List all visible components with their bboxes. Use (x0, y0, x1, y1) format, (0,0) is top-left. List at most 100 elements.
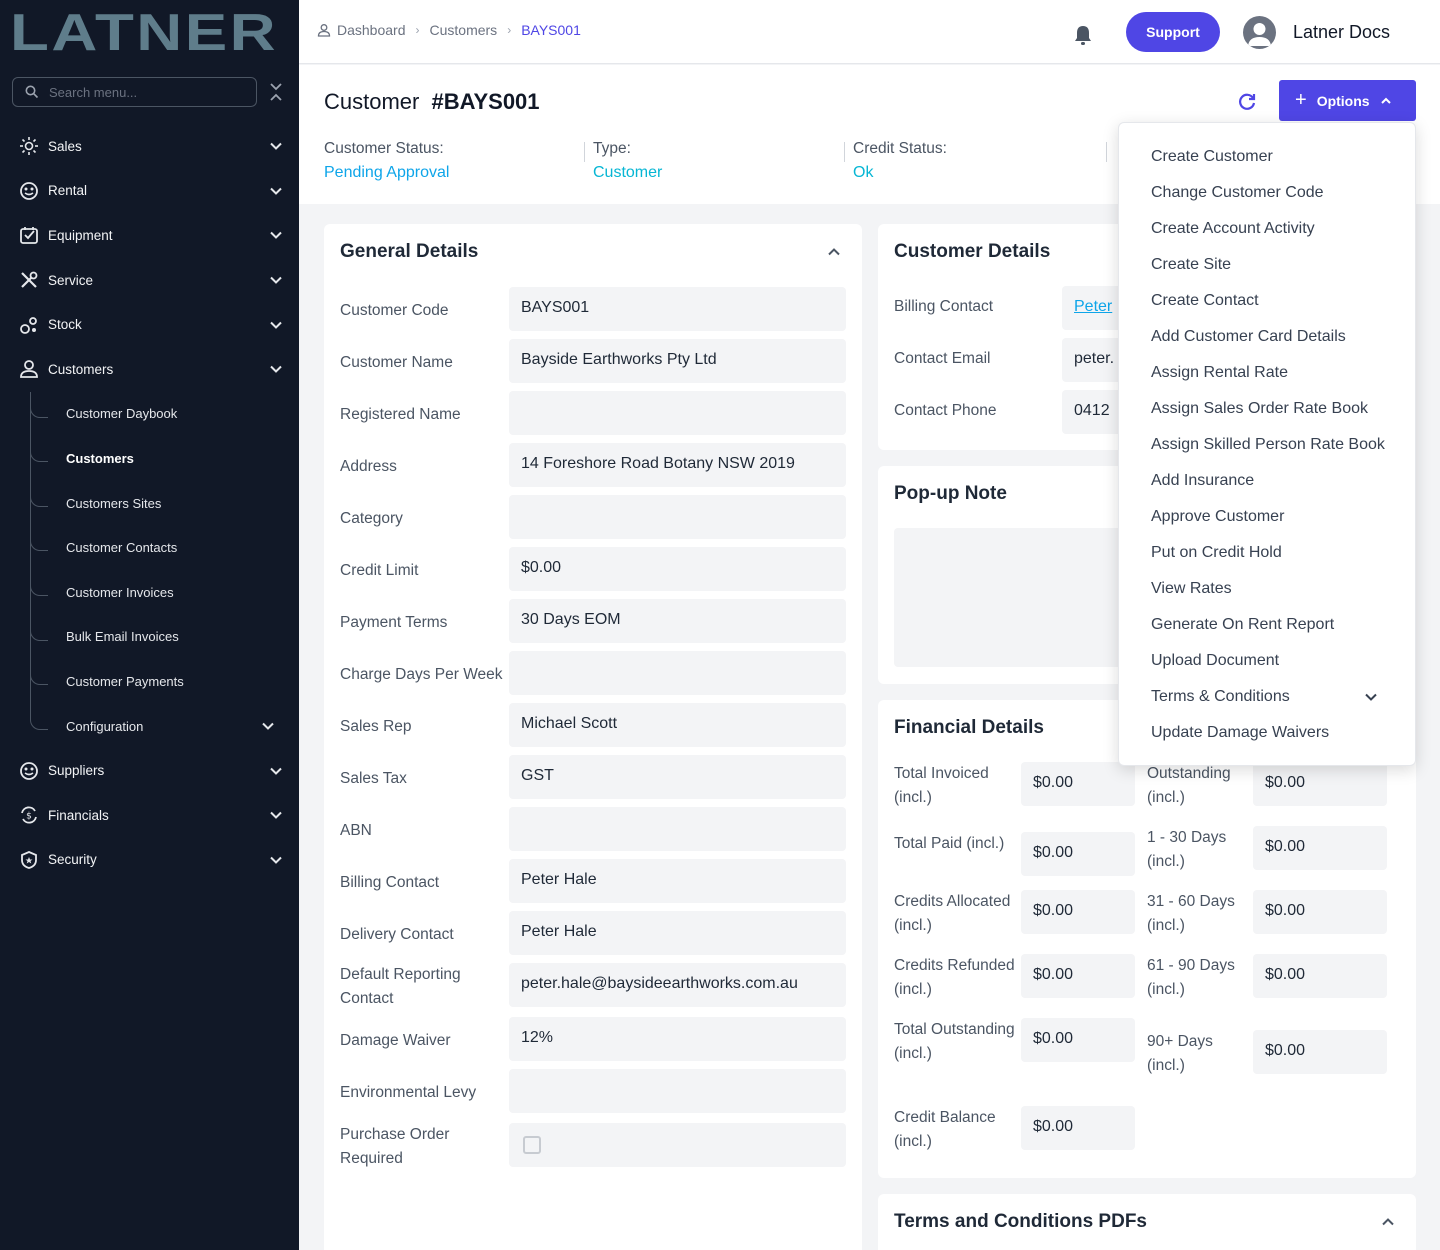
field-value[interactable]: $0.00 (1021, 954, 1135, 998)
options-menu-item[interactable]: Create Site (1119, 247, 1415, 283)
chevron-up-icon[interactable] (1381, 1215, 1395, 1229)
sidebar-item-stock[interactable]: Stock (0, 302, 299, 347)
field-value[interactable] (509, 807, 846, 851)
field-value[interactable]: peter.hale@baysideearthworks.com.au (509, 963, 846, 1007)
general-field-row: Credit Limit $0.00 (340, 547, 846, 591)
field-value[interactable]: 12% (509, 1017, 846, 1061)
field-value[interactable]: Peter Hale (509, 859, 846, 903)
sidebar-item-suppliers[interactable]: Suppliers (0, 748, 299, 793)
sidebar-item-customers[interactable]: Customers (0, 347, 299, 392)
sidebar-subitem-customer-payments[interactable]: Customer Payments (0, 659, 299, 704)
breadcrumb-dashboard[interactable]: Dashboard (337, 22, 406, 38)
general-field-row: Customer Code BAYS001 (340, 287, 846, 331)
menu-item-label: Create Customer (1151, 148, 1273, 165)
options-menu-item[interactable]: Create Contact (1119, 283, 1415, 319)
options-menu-item[interactable]: Assign Rental Rate (1119, 355, 1415, 391)
support-button[interactable]: Support (1126, 12, 1220, 52)
field-label: Address (340, 458, 397, 475)
breadcrumb: Dashboard › Customers › BAYS001 (317, 22, 581, 38)
sidebar-subitem-label: Customer Daybook (66, 406, 178, 422)
field-label: Credits Refunded (incl.) (894, 957, 1015, 998)
latner-logo[interactable]: LATNER (10, 10, 280, 54)
options-menu-item[interactable]: Generate On Rent Report (1119, 607, 1415, 643)
sidebar-item-security[interactable]: Security (0, 838, 299, 883)
sidebar-subitem-configuration[interactable]: Configuration (0, 703, 299, 749)
chevron-down-icon (270, 767, 282, 775)
collapse-sidebar-icon[interactable] (268, 82, 284, 102)
field-value[interactable]: $0.00 (1253, 1030, 1387, 1074)
field-value[interactable]: $0.00 (1021, 832, 1135, 876)
chevron-up-icon[interactable] (827, 245, 841, 259)
refresh-icon[interactable] (1236, 91, 1258, 113)
menu-search-input[interactable]: Search menu... (12, 77, 257, 107)
options-menu-item[interactable]: Assign Skilled Person Rate Book (1119, 427, 1415, 463)
options-menu-item[interactable]: Assign Sales Order Rate Book (1119, 391, 1415, 427)
options-button[interactable]: + Options (1279, 80, 1416, 121)
options-menu-item[interactable]: Put on Credit Hold (1119, 535, 1415, 571)
purchase-order-checkbox[interactable] (523, 1136, 541, 1154)
sidebar-subitem-customers[interactable]: Customers (0, 436, 299, 481)
shield-icon (19, 850, 39, 870)
field-value[interactable]: $0.00 (1253, 954, 1387, 998)
field-value[interactable] (509, 495, 846, 539)
bell-icon[interactable] (1073, 24, 1093, 46)
field-value[interactable]: Bayside Earthworks Pty Ltd (509, 339, 846, 383)
field-value[interactable]: Michael Scott (509, 703, 846, 747)
field-label: Purchase Order Required (340, 1126, 450, 1167)
field-value[interactable]: $0.00 (1253, 890, 1387, 934)
options-label: Options (1316, 92, 1370, 109)
field-value[interactable]: GST (509, 755, 846, 799)
field-label: Credit Balance (incl.) (894, 1109, 996, 1150)
sidebar-item-sales[interactable]: Sales (0, 124, 299, 169)
options-menu-item[interactable]: Create Customer (1119, 139, 1415, 175)
options-menu-item[interactable]: Update Damage Waivers (1119, 715, 1415, 751)
field-value[interactable]: 30 Days EOM (509, 599, 846, 643)
avatar[interactable] (1243, 16, 1276, 49)
field-value[interactable]: $0.00 (1253, 762, 1387, 806)
field-value[interactable]: Peter Hale (509, 911, 846, 955)
field-value[interactable]: 14 Foreshore Road Botany NSW 2019 (509, 443, 846, 487)
options-menu-item[interactable]: Create Account Activity (1119, 211, 1415, 247)
field-label: Contact Email (894, 350, 991, 367)
options-menu-item[interactable]: Add Customer Card Details (1119, 319, 1415, 355)
general-field-row: Delivery Contact Peter Hale (340, 911, 846, 955)
sidebar-item-service[interactable]: Service (0, 258, 299, 303)
user-name[interactable]: Latner Docs (1293, 22, 1390, 43)
sidebar-item-rental[interactable]: Rental (0, 169, 299, 214)
field-value[interactable]: $0.00 (509, 547, 846, 591)
sidebar-subitem-customer-invoices[interactable]: Customer Invoices (0, 569, 299, 615)
options-menu-item[interactable]: Upload Document (1119, 643, 1415, 679)
sidebar-subitem-customer-daybook[interactable]: Customer Daybook (0, 391, 299, 437)
sidebar-item-financials[interactable]: $ Financials (0, 793, 299, 838)
field-value[interactable]: $0.00 (1021, 890, 1135, 934)
field-value[interactable] (509, 651, 846, 695)
sidebar-item-label: Financials (48, 807, 109, 823)
sidebar-subitem-bulk-email-invoices[interactable]: Bulk Email Invoices (0, 614, 299, 660)
field-value[interactable]: $0.00 (1253, 826, 1387, 870)
chevron-up-icon (1380, 97, 1391, 104)
sidebar-subitem-customers-sites[interactable]: Customers Sites (0, 480, 299, 526)
field-value[interactable]: $0.00 (1021, 1018, 1135, 1062)
menu-item-label: Terms & Conditions (1151, 688, 1290, 705)
options-menu-item[interactable]: Add Insurance (1119, 463, 1415, 499)
field-value[interactable] (509, 391, 846, 435)
menu-item-label: Assign Rental Rate (1151, 364, 1288, 381)
breadcrumb-customers[interactable]: Customers (430, 22, 498, 38)
field-label: 31 - 60 Days (incl.) (1147, 893, 1235, 934)
sidebar-subitem-label: Customer Contacts (66, 540, 178, 556)
field-value[interactable]: $0.00 (1021, 762, 1135, 806)
tree-branch (30, 569, 48, 596)
sidebar-subitem-customer-contacts[interactable]: Customer Contacts (0, 525, 299, 570)
field-value[interactable]: BAYS001 (509, 287, 846, 331)
field-value[interactable] (509, 1069, 846, 1113)
options-menu-item[interactable]: Change Customer Code (1119, 175, 1415, 211)
popup-note-textarea[interactable] (894, 528, 1124, 667)
field-value[interactable]: $0.00 (1021, 1106, 1135, 1150)
purchase-order-required-field[interactable] (509, 1123, 846, 1167)
options-menu-item[interactable]: Terms & Conditions (1119, 679, 1415, 715)
sidebar-item-label: Equipment (48, 227, 113, 243)
options-menu-item[interactable]: Approve Customer (1119, 499, 1415, 535)
menu-item-label: Assign Sales Order Rate Book (1151, 400, 1368, 417)
options-menu-item[interactable]: View Rates (1119, 571, 1415, 607)
sidebar-item-equipment[interactable]: Equipment (0, 213, 299, 258)
